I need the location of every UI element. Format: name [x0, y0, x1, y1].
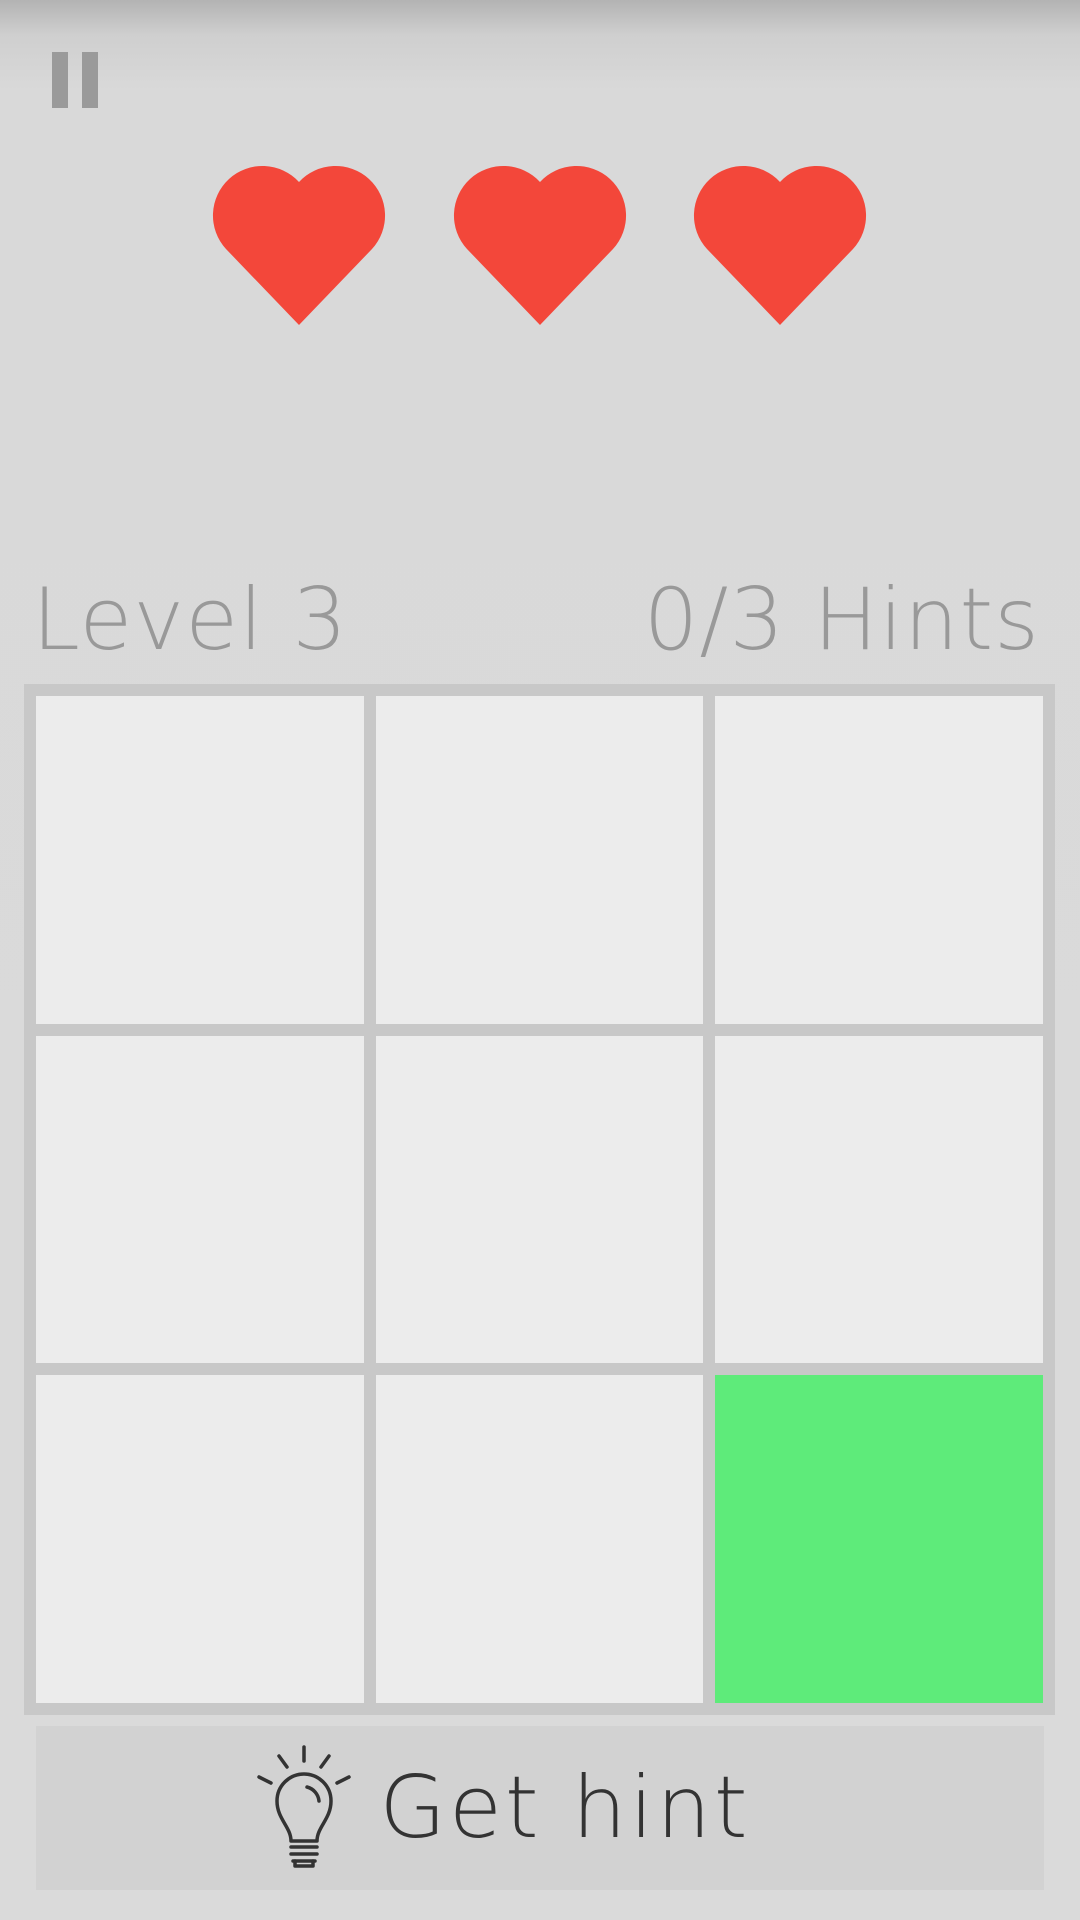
level-label: Level 3: [32, 570, 349, 670]
board-cell[interactable]: [375, 1035, 704, 1364]
game-board: [24, 684, 1055, 1715]
lives-display: [0, 160, 1080, 330]
get-hint-label: Get hint: [379, 1758, 751, 1858]
board-cell[interactable]: [375, 1375, 704, 1703]
board-cell[interactable]: [715, 1035, 1043, 1364]
lightbulb-icon: [257, 1745, 352, 1868]
board-cell-active[interactable]: [715, 1375, 1043, 1703]
board-cell[interactable]: [36, 1035, 364, 1364]
heart-icon: [204, 160, 394, 330]
board-cell[interactable]: [36, 1375, 364, 1703]
board-cell[interactable]: [715, 696, 1043, 1024]
get-hint-button[interactable]: Get hint: [36, 1726, 1044, 1890]
pause-icon-bar: [82, 52, 98, 108]
hints-counter: 0/3 Hints: [643, 570, 1040, 670]
board-cell[interactable]: [375, 696, 704, 1024]
board-cell[interactable]: [36, 696, 364, 1024]
pause-icon: [52, 52, 68, 108]
heart-icon: [685, 160, 875, 330]
pause-button[interactable]: [52, 52, 98, 108]
heart-icon: [445, 160, 635, 330]
